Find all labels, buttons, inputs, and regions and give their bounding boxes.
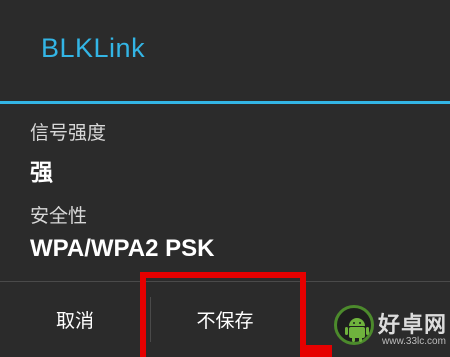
signal-strength-label: 信号强度 [30,122,107,144]
highlight-annotation-tail [300,345,332,357]
watermark: 好卓网 www.33lc.com [334,303,450,357]
watermark-brand-text: 好卓网 [378,313,448,338]
wifi-network-dialog: BLKLink 信号强度 强 安全性 WPA/WPA2 PSK 取消 不保存 好… [0,0,450,357]
watermark-url: www.33lc.com [382,336,446,347]
cancel-button[interactable]: 取消 [0,282,150,357]
security-value: WPA/WPA2 PSK [30,235,215,262]
watermark-logo-badge [334,305,374,345]
dialog-title: BLKLink [41,33,146,63]
button-separator [300,297,301,342]
title-divider [0,101,450,104]
no-save-button[interactable]: 不保存 [150,282,300,357]
security-label: 安全性 [30,205,88,227]
android-robot-icon [345,318,369,342]
signal-strength-value: 强 [30,160,53,186]
